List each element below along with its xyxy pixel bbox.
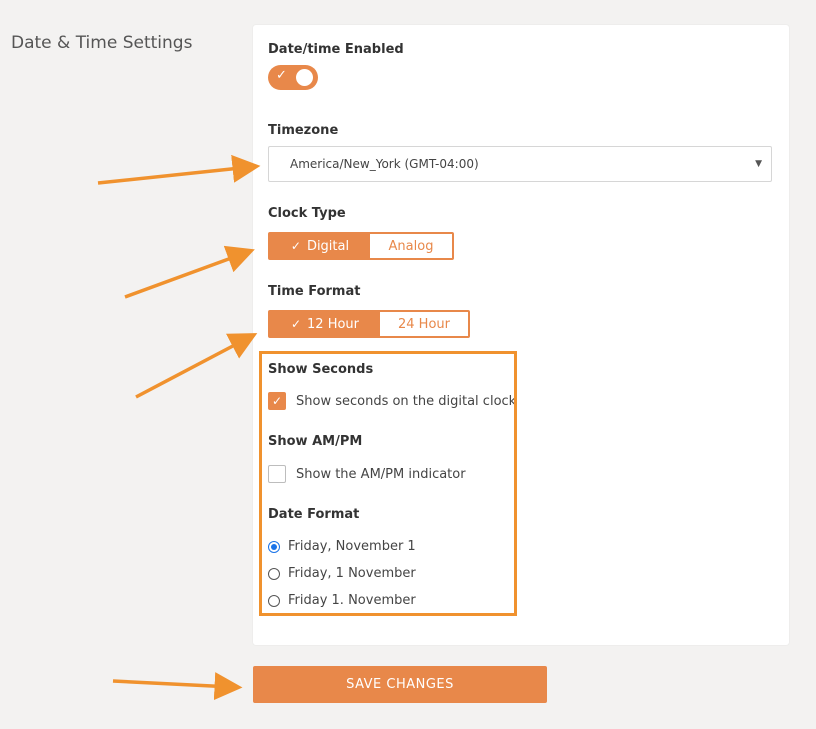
check-icon: ✓	[290, 317, 302, 331]
arrow-clock-type	[124, 245, 255, 299]
date-format-radio-1[interactable]	[268, 541, 280, 553]
settings-card: Date/time Enabled ✓ Timezone America/New…	[253, 25, 789, 645]
date-format-option-1: Friday, November 1	[288, 539, 416, 554]
timezone-label: Timezone	[268, 123, 339, 138]
time-format-12h-label: 12 Hour	[307, 316, 360, 332]
date-format-option-2: Friday, 1 November	[288, 566, 416, 581]
section-title: Date & Time Settings	[11, 33, 193, 53]
date-format-radio-3[interactable]	[268, 595, 280, 607]
clock-type-analog-label: Analog	[388, 238, 434, 254]
date-format-option-3: Friday 1. November	[288, 593, 416, 608]
arrow-time-format	[135, 333, 258, 399]
clock-type-analog-option[interactable]: Analog	[370, 234, 452, 258]
datetime-enabled-label: Date/time Enabled	[268, 42, 404, 57]
clock-type-label: Clock Type	[268, 206, 346, 221]
timezone-value: America/New_York (GMT-04:00)	[290, 157, 479, 171]
timezone-select[interactable]: America/New_York (GMT-04:00) ▼	[268, 146, 772, 182]
time-format-24h-option[interactable]: 24 Hour	[380, 312, 468, 336]
show-ampm-checkbox[interactable]	[268, 465, 286, 483]
datetime-enabled-toggle[interactable]: ✓	[268, 65, 318, 90]
check-icon: ✓	[276, 68, 287, 83]
show-seconds-checkbox[interactable]: ✓	[268, 392, 286, 410]
time-format-24h-label: 24 Hour	[398, 316, 450, 332]
arrow-save	[112, 672, 243, 701]
date-format-radio-2[interactable]	[268, 568, 280, 580]
clock-type-segmented: ✓ Digital Analog	[268, 232, 454, 260]
show-ampm-text: Show the AM/PM indicator	[296, 467, 466, 482]
show-seconds-label: Show Seconds	[268, 362, 374, 377]
show-seconds-text: Show seconds on the digital clock	[296, 394, 517, 409]
clock-type-digital-option[interactable]: ✓ Digital	[270, 234, 370, 258]
toggle-knob	[296, 69, 313, 86]
check-icon: ✓	[290, 239, 301, 253]
arrow-timezone	[97, 154, 261, 185]
date-format-label: Date Format	[268, 507, 360, 522]
time-format-12h-option[interactable]: ✓ 12 Hour	[270, 312, 380, 336]
save-changes-button[interactable]: SAVE CHANGES	[253, 666, 547, 703]
time-format-segmented: ✓ 12 Hour 24 Hour	[268, 310, 470, 338]
clock-type-digital-label: Digital	[306, 238, 350, 254]
show-ampm-label: Show AM/PM	[268, 434, 363, 449]
time-format-label: Time Format	[268, 284, 361, 299]
caret-down-icon: ▼	[755, 159, 762, 169]
